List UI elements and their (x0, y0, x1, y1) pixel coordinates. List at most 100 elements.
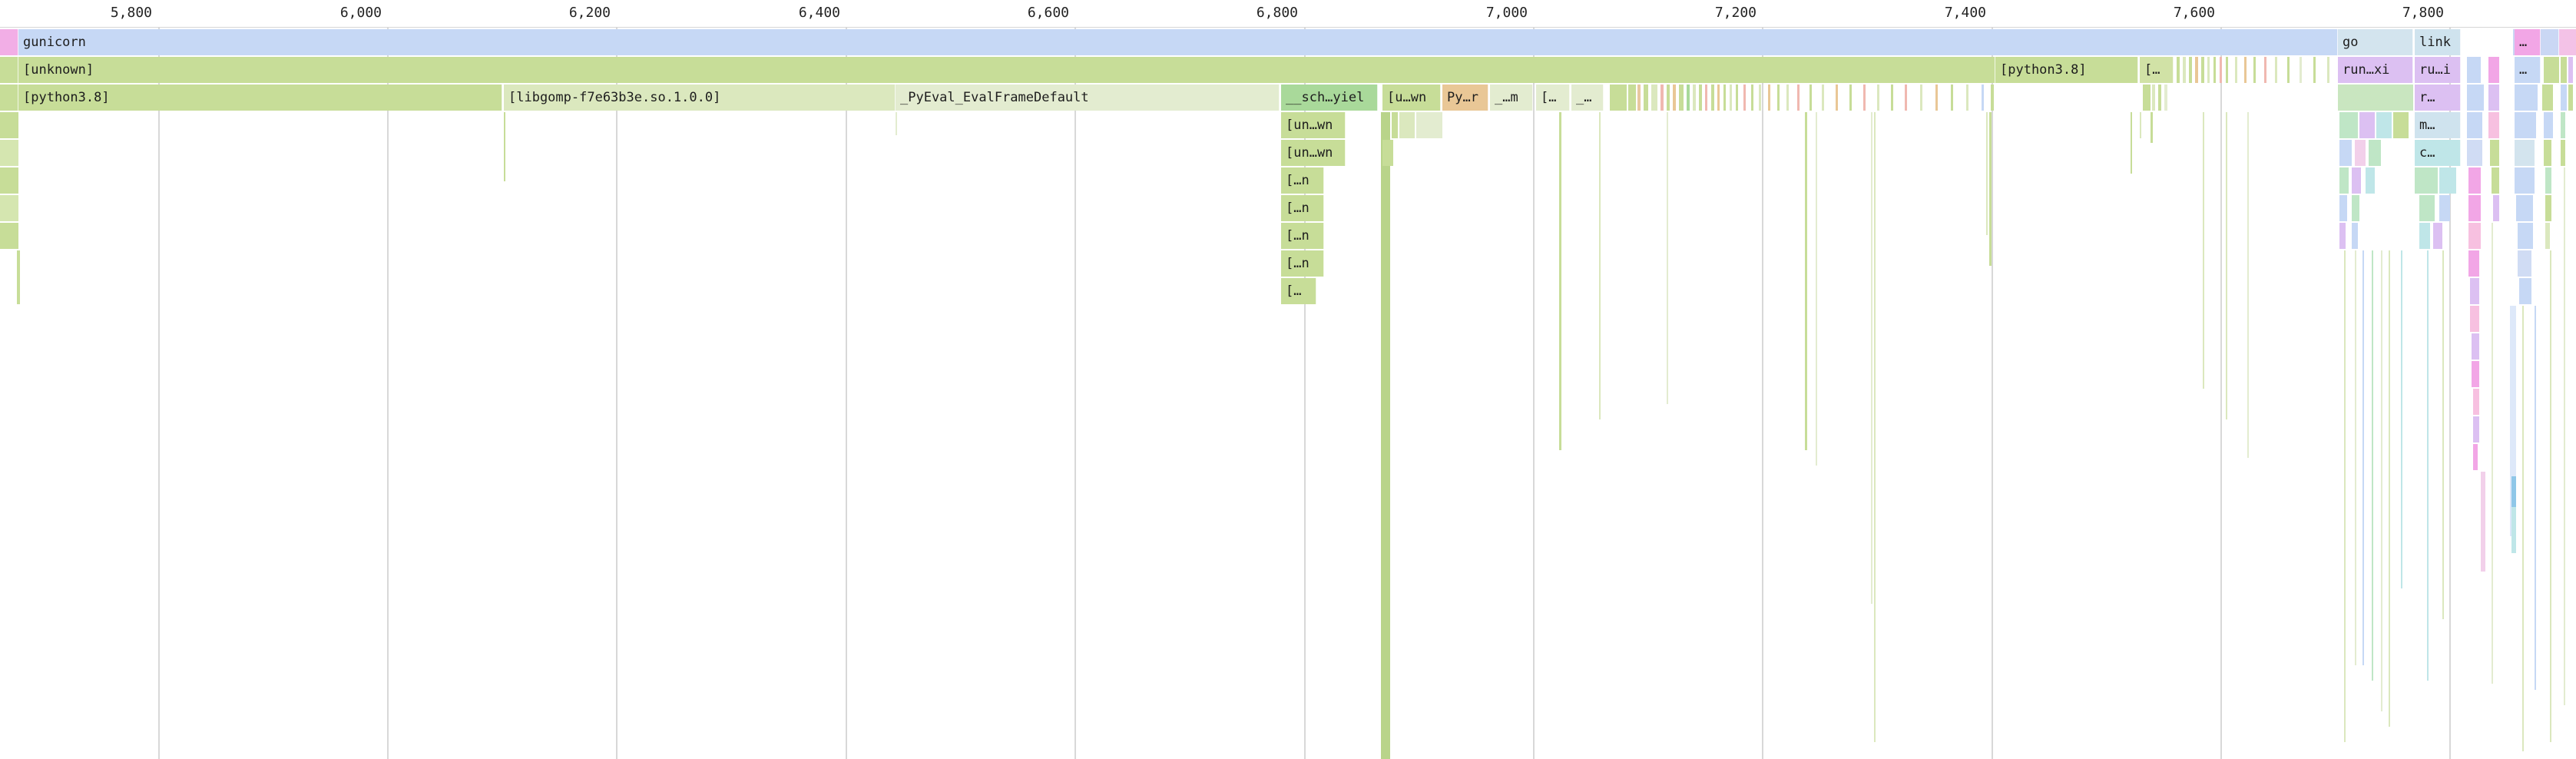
flame-frame-sliver[interactable] (1723, 85, 1726, 111)
flame-frame-sliver[interactable] (1935, 85, 1938, 111)
flame-frame-sliver[interactable] (2195, 57, 2198, 83)
flame-frame-sliver[interactable] (1711, 85, 1714, 111)
flame-frame-n[interactable]: […n (1281, 167, 1324, 194)
flame-frame-sliver[interactable] (2472, 361, 2479, 387)
flame-frame-pyeval[interactable]: _PyEval_EvalFrameDefault (896, 85, 1280, 111)
flame-frame-sliver[interactable] (1382, 140, 1393, 166)
flame-frame-sliver[interactable] (2352, 167, 2361, 194)
flame-frame-sliver[interactable] (1628, 85, 1636, 111)
flame-frame-ru-i[interactable]: ru…i (2415, 57, 2461, 83)
flame-frame-sliver[interactable] (2515, 167, 2535, 194)
flame-frame-sliver[interactable] (1693, 85, 1696, 111)
flame-frame-underscore-dots[interactable]: _… (1571, 85, 1604, 111)
flame-frame-sliver[interactable] (2519, 278, 2531, 304)
flame-frame-sliver[interactable] (2177, 57, 2180, 83)
flame-frame-sliver[interactable] (0, 195, 18, 221)
flame-frame-py-r[interactable]: Py…r (1442, 85, 1488, 111)
flame-frame-sliver[interactable] (2542, 85, 2553, 111)
flame-frame-sliver[interactable] (2518, 250, 2531, 277)
flame-frame-bracket-small[interactable]: [… (1536, 85, 1570, 111)
flame-frame-u-wn[interactable]: [u…wn (1382, 85, 1441, 111)
flame-frame-sliver[interactable] (2338, 85, 2413, 111)
flame-frame-sliver[interactable] (2472, 333, 2479, 360)
flame-frame-sliver[interactable] (2559, 29, 2576, 55)
flame-frame-sliver[interactable] (2339, 195, 2347, 221)
flame-frame-edge[interactable] (0, 29, 18, 55)
flame-frame-gunicorn[interactable]: gunicorn (18, 29, 2338, 55)
flame-frame-sliver[interactable] (2201, 57, 2204, 83)
flame-frame-sliver[interactable] (2561, 57, 2567, 83)
flame-graph[interactable]: gunicorn go link n…e … [unknown] [python… (0, 0, 2576, 759)
flame-frame-sliver[interactable] (1637, 85, 1641, 111)
flame-frame-sliver[interactable] (2226, 57, 2228, 83)
flame-frame-sliver[interactable] (1905, 85, 1907, 111)
flame-frame-sliver[interactable] (2393, 112, 2409, 138)
flame-frame-sliver[interactable] (2287, 57, 2290, 83)
flame-frame-sliver[interactable] (2516, 195, 2533, 221)
flame-frame-edge[interactable] (0, 85, 18, 111)
flame-frame-sliver[interactable] (2327, 57, 2329, 83)
flame-frame-libgomp[interactable]: [libgomp-f7e63b3e.so.1.0.0] (504, 85, 896, 111)
flame-frame-sliver[interactable] (2359, 112, 2375, 138)
flame-frame-n[interactable]: […n (1281, 250, 1324, 277)
flame-frame-sch-yiel[interactable]: __sch…yiel (1281, 85, 1378, 111)
flame-frame-sliver[interactable] (2561, 112, 2565, 138)
flame-frame-sliver[interactable] (0, 223, 18, 249)
flame-frame-sliver[interactable] (2376, 112, 2392, 138)
flame-frame-sliver[interactable] (2468, 195, 2481, 221)
flame-frame-sliver[interactable] (2545, 223, 2550, 249)
flame-frame-sliver[interactable] (1768, 85, 1770, 111)
flame-frame-sliver[interactable] (2467, 85, 2484, 111)
flame-frame-sliver[interactable] (2264, 57, 2266, 83)
flame-frame-sliver[interactable] (2544, 112, 2553, 138)
flame-frame-sliver[interactable] (2515, 140, 2535, 166)
flame-frame-sliver[interactable] (2439, 195, 2450, 221)
flame-frame-sliver[interactable] (2275, 57, 2277, 83)
flame-frame-sliver[interactable] (1743, 85, 1746, 111)
flame-frame-sliver[interactable] (1679, 85, 1684, 111)
flame-frame-sliver[interactable] (2439, 167, 2456, 194)
flame-frame-sliver[interactable] (1416, 112, 1442, 138)
flame-frame-sliver[interactable] (1951, 85, 1953, 111)
flame-frame-sliver[interactable] (1797, 85, 1800, 111)
flame-frame-sliver[interactable] (2515, 85, 2538, 111)
flame-frame-sliver[interactable] (2468, 223, 2481, 249)
flame-frame-sliver[interactable] (2493, 195, 2499, 221)
flame-frame-sliver[interactable] (2235, 57, 2237, 83)
flame-frame-sliver[interactable] (2488, 57, 2499, 83)
flame-frame-sliver[interactable] (1877, 85, 1879, 111)
flame-frame-sliver[interactable] (2339, 167, 2349, 194)
flame-frame-sliver[interactable] (2433, 223, 2442, 249)
flame-frame-sliver[interactable] (2468, 167, 2481, 194)
flame-frame-go[interactable]: go (2338, 29, 2413, 55)
flame-frame-sliver[interactable] (2468, 250, 2479, 277)
flame-frame-sliver[interactable] (2369, 140, 2381, 166)
flame-frame-sliver[interactable] (2561, 140, 2565, 166)
flame-frame-underscore-m[interactable]: _…m (1490, 85, 1533, 111)
flame-frame-sliver[interactable] (1822, 85, 1824, 111)
flame-frame-link[interactable]: link (2415, 29, 2461, 55)
flame-frame-sliver[interactable] (2511, 476, 2516, 507)
flame-frame-edge[interactable] (0, 57, 18, 83)
flame-frame-sliver[interactable] (0, 140, 18, 166)
flame-frame-sliver[interactable] (1399, 112, 1415, 138)
flame-frame-sliver[interactable] (1651, 85, 1657, 111)
flame-frame-sliver[interactable] (2339, 140, 2352, 166)
flame-frame-sliver[interactable] (1836, 85, 1838, 111)
flame-frame-sliver[interactable] (1644, 85, 1648, 111)
flame-frame-unknown[interactable]: [unknown] (18, 57, 1995, 83)
flame-frame-sliver[interactable] (1982, 85, 1984, 111)
flame-frame-sliver[interactable] (2473, 416, 2479, 442)
flame-frame-sliver[interactable] (2561, 85, 2567, 111)
flame-frame-sliver[interactable] (1966, 85, 1968, 111)
flame-frame-sliver[interactable] (2492, 167, 2499, 194)
flame-frame-sliver[interactable] (2355, 140, 2366, 166)
flame-frame-sliver[interactable] (2481, 472, 2485, 572)
flame-frame-sliver[interactable] (2366, 167, 2375, 194)
flame-frame-r[interactable]: r… (2415, 85, 2461, 111)
flame-frame-sliver[interactable] (2490, 140, 2499, 166)
flame-frame-sliver[interactable] (1809, 85, 1812, 111)
flame-frame-sliver[interactable] (2488, 85, 2499, 111)
flame-frame-sliver[interactable] (2339, 112, 2358, 138)
flame-frame-sliver[interactable] (1863, 85, 1866, 111)
